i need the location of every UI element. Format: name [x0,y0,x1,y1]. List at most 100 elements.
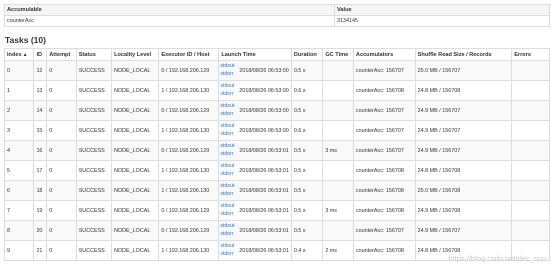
task-attempt: 0 [46,160,77,181]
table-row: 5 17 0 SUCCESS NODE_LOCAL 1 / 192.168.206.130… [3,160,550,181]
task-shuffle-read: 24.9 MB / 156707 [414,140,513,161]
stderr-link[interactable]: stderr [220,171,233,177]
task-duration: 0.5 s [290,220,324,241]
task-gc-time [322,100,354,121]
task-executor-host: 1 / 192.168.206.130 [161,247,210,254]
task-errors [511,180,550,201]
task-attempt: 0 [46,60,77,81]
stdout-link[interactable]: stdout [220,123,234,129]
stdout-link[interactable]: stdout [220,143,234,149]
tasks-heading[interactable]: Tasks (10) [5,35,46,45]
stderr-link[interactable]: stderr [220,111,233,117]
status-header[interactable]: Status [75,48,113,61]
task-index: 6 [3,180,35,201]
task-duration: 0.5 s [290,60,324,81]
task-locality: NODE_LOCAL [111,100,160,121]
task-executor: 0 / 192.168.206.129 stdout stderr [158,220,234,241]
task-launch-time: 2018/08/26 06:53:00 [239,127,289,134]
task-launch-time: 2018/08/26 06:53:01 [239,167,289,174]
errors-header[interactable]: Errors [511,48,550,61]
task-accumulators: counterAcc: 156708 [352,80,416,101]
task-status: SUCCESS [75,180,113,201]
task-errors [511,140,550,161]
task-locality: NODE_LOCAL [111,200,160,221]
task-duration: 0.5 s [290,100,324,121]
stderr-link[interactable]: stderr [220,71,233,77]
task-accumulators: counterAcc: 156707 [352,220,416,241]
task-executor: 1 / 192.168.206.130 stdout stderr [158,160,234,181]
table-row: 3 15 0 SUCCESS NODE_LOCAL 1 / 192.168.206.130… [3,120,550,141]
task-index: 0 [3,60,35,81]
task-accumulators: counterAcc: 156707 [352,120,416,141]
task-gc-time [322,160,354,181]
id-header[interactable]: ID [33,48,48,61]
task-errors [511,160,550,181]
accumulators-header[interactable]: Accumulators [352,48,416,61]
stdout-link[interactable]: stdout [220,103,234,109]
executor-host-header[interactable]: Executor ID / Host [158,48,220,61]
task-index: 7 [3,200,35,221]
task-locality: NODE_LOCAL [111,80,160,101]
accumulable-header[interactable]: Accumulable [4,4,335,16]
task-attempt: 0 [46,240,77,261]
stdout-link[interactable]: stdout [220,63,234,69]
stderr-link[interactable]: stderr [220,151,233,157]
stderr-link[interactable]: stderr [220,251,233,257]
task-executor-host: 0 / 192.168.206.129 [161,227,210,234]
task-status: SUCCESS [75,100,113,121]
stderr-link[interactable]: stderr [220,91,233,97]
accumulable-row: counterAcc 3134145 [4,15,550,27]
task-errors [511,220,550,241]
locality-level-header[interactable]: Locality Level [111,48,160,61]
stderr-link[interactable]: stderr [220,231,233,237]
task-gc-time: 2 ms [322,240,354,261]
task-executor: 0 / 192.168.206.129 stdout stderr [158,200,234,221]
stderr-link[interactable]: stderr [220,131,233,137]
task-id: 20 [33,220,48,241]
task-launch-time: 2018/08/26 06:53:00 [239,67,289,74]
stdout-link[interactable]: stdout [220,83,234,89]
task-launch-time: 2018/08/26 06:53:01 [239,207,289,214]
task-gc-time: 3 ms [322,200,354,221]
shuffle-read-header[interactable]: Shuffle Read Size / Records [414,48,513,61]
task-locality: NODE_LOCAL [111,240,160,261]
table-row: 6 18 0 SUCCESS NODE_LOCAL 1 / 192.168.206.130… [3,180,550,201]
stdout-link[interactable]: stdout [220,163,234,169]
launch-time-header[interactable]: Launch Time [218,48,292,61]
task-locality: NODE_LOCAL [111,120,160,141]
task-executor-host: 1 / 192.168.206.130 [161,167,210,174]
stdout-link[interactable]: stdout [220,243,234,249]
tasks-body: 0 12 0 SUCCESS NODE_LOCAL 0 / 192.168.206.129… [3,60,550,261]
task-errors [511,120,550,141]
task-gc-time [322,180,354,201]
watermark: https://blog.csdn.net/dec_sun [448,254,546,263]
task-index: 9 [3,240,35,261]
task-executor: 1 / 192.168.206.130 stdout stderr [158,120,234,141]
sort-ascending-icon: ▲ [22,51,28,58]
task-attempt: 0 [46,100,77,121]
table-row: 1 13 0 SUCCESS NODE_LOCAL 1 / 192.168.206.130… [3,80,550,101]
attempt-header[interactable]: Attempt [46,48,77,61]
stderr-link[interactable]: stderr [220,191,233,197]
task-id: 14 [33,100,48,121]
index-header[interactable]: Index▲ [3,48,35,61]
task-id: 18 [33,180,48,201]
duration-header[interactable]: Duration [290,48,324,61]
value-header[interactable]: Value [334,4,550,16]
stdout-link[interactable]: stdout [220,203,234,209]
task-id: 16 [33,140,48,161]
task-executor-host: 1 / 192.168.206.130 [161,127,210,134]
stdout-link[interactable]: stdout [220,183,234,189]
task-accumulators: counterAcc: 156708 [352,240,416,261]
table-row: 2 14 0 SUCCESS NODE_LOCAL 0 / 192.168.206.129… [3,100,550,121]
task-accumulators: counterAcc: 156708 [352,200,416,221]
task-executor-host: 0 / 192.168.206.129 [161,67,210,74]
stdout-link[interactable]: stdout [220,223,234,229]
task-executor-host: 1 / 192.168.206.130 [161,187,210,194]
gc-time-header[interactable]: GC Time [322,48,354,61]
table-row: 0 12 0 SUCCESS NODE_LOCAL 0 / 192.168.206.129… [3,60,550,81]
task-attempt: 0 [46,180,77,201]
task-executor: 0 / 192.168.206.129 stdout stderr [158,140,234,161]
task-executor: 0 / 192.168.206.129 stdout stderr [158,100,234,121]
stderr-link[interactable]: stderr [220,211,233,217]
